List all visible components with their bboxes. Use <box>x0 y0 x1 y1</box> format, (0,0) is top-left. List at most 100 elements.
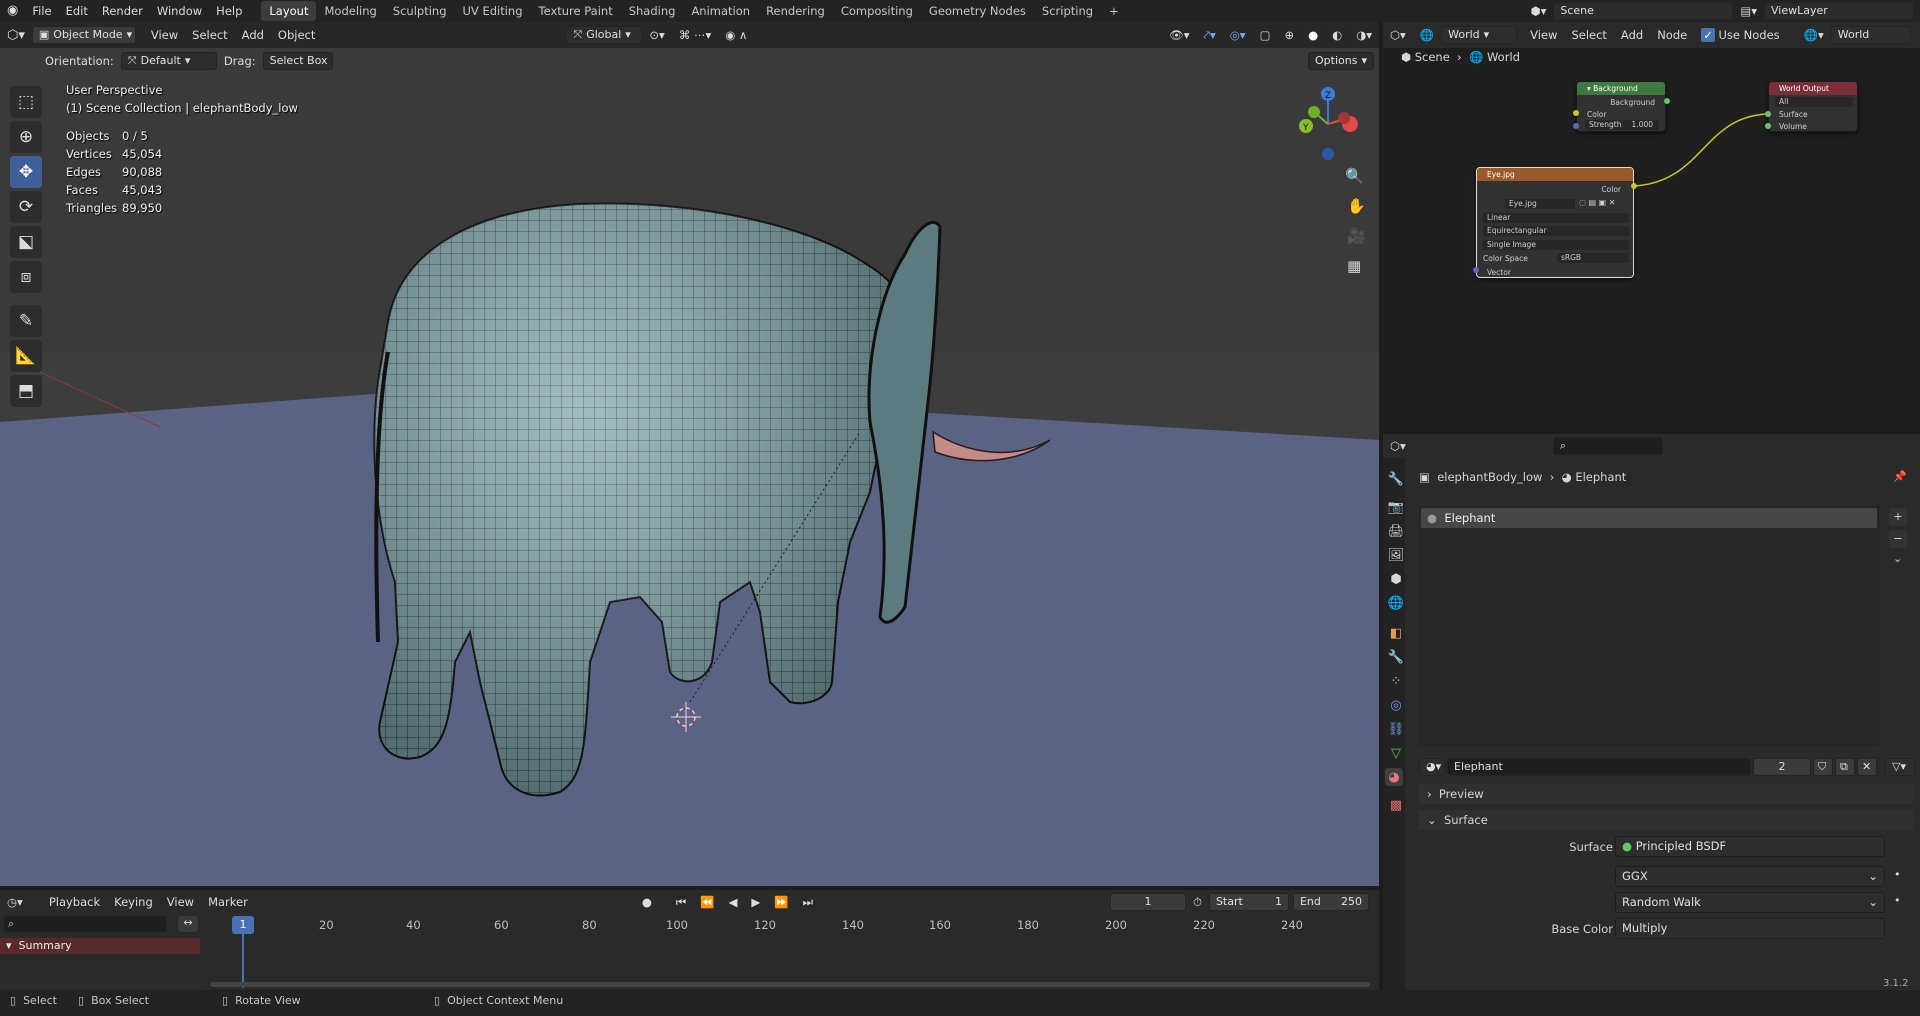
tool-cursor[interactable]: ⊕ <box>10 121 42 153</box>
constraints-tab-icon[interactable]: ⛓ <box>1387 720 1405 738</box>
texture-tab-icon[interactable]: ▩ <box>1387 796 1405 814</box>
tab-uv-editing[interactable]: UV Editing <box>455 1 531 21</box>
base-color-input[interactable]: Multiply <box>1615 918 1885 939</box>
image-browse-icons[interactable]: ◌ ▤ ▣ ✕ <box>1579 198 1615 207</box>
current-frame-field[interactable]: 1 <box>1109 893 1186 911</box>
background-node[interactable]: ▾ Background Background Color Strength 1.… <box>1576 81 1666 132</box>
camera-view-icon[interactable]: 🎥 <box>1347 227 1366 245</box>
mode-selector[interactable]: ▣ Object Mode ▾ <box>31 26 136 44</box>
orientation-dropdown[interactable]: ⤧ Default ▾ <box>120 52 217 70</box>
transform-orientation-dropdown[interactable]: ⤧ Global ▾ <box>566 26 643 44</box>
viewport-menu-object[interactable]: Object <box>271 28 322 42</box>
tool-select-box[interactable]: ⬚ <box>10 86 42 118</box>
timeline-scrollbar[interactable] <box>210 982 1370 987</box>
jump-prev-keyframe-icon[interactable]: ⏪ <box>693 895 721 909</box>
shading-rendered-icon[interactable]: ◑▾ <box>1349 28 1379 42</box>
material-slot-row[interactable]: ● Elephant <box>1421 508 1877 528</box>
viewport-menu-select[interactable]: Select <box>185 28 234 42</box>
view-layer-tab-icon[interactable]: 🖼 <box>1387 546 1405 564</box>
drag-dropdown[interactable]: Select Box <box>262 52 333 70</box>
tool-measure[interactable]: 📐 <box>10 340 42 372</box>
timeline-search[interactable]: ⌕ <box>4 916 166 932</box>
snap-icon[interactable]: ⌘ ⋯▾ <box>672 28 718 42</box>
shading-solid-icon[interactable]: ● <box>1301 28 1325 42</box>
tab-texture-paint[interactable]: Texture Paint <box>531 1 621 21</box>
timeline-menu-view[interactable]: View <box>160 895 201 909</box>
tool-move[interactable]: ✥ <box>10 156 42 188</box>
fake-user-button[interactable]: ⛉ <box>1813 758 1833 776</box>
image-vector-socket[interactable] <box>1473 267 1479 273</box>
tab-sculpting[interactable]: Sculpting <box>385 1 455 21</box>
menu-render[interactable]: Render <box>95 0 150 22</box>
modifier-tab-icon[interactable]: 🔧 <box>1387 648 1405 666</box>
unlink-material-button[interactable]: ✕ <box>1857 758 1877 776</box>
image-texture-node[interactable]: Eye.jpg Color Eye.jpg ◌ ▤ ▣ ✕ Linear Equ… <box>1476 167 1634 278</box>
gizmo-toggle-icon[interactable]: ⤤▾ <box>1197 28 1223 43</box>
strength-field[interactable]: Strength 1.000 <box>1585 120 1659 130</box>
color-space-dropdown[interactable]: sRGB <box>1557 253 1629 263</box>
menu-file[interactable]: File <box>25 0 58 22</box>
subsurface-method-dropdown[interactable]: Random Walk ⌄ <box>1615 892 1885 913</box>
menu-window[interactable]: Window <box>150 0 209 22</box>
shading-material-icon[interactable]: ◐ <box>1325 28 1349 42</box>
image-color-output-socket[interactable] <box>1631 183 1637 189</box>
pivot-icon[interactable]: ⊙▾ <box>642 28 671 42</box>
start-frame-field[interactable]: Start 1 <box>1208 893 1289 911</box>
summary-row[interactable]: ▾ Summary <box>0 938 200 954</box>
tab-compositing[interactable]: Compositing <box>833 1 921 21</box>
options-dropdown[interactable]: Options ▾ <box>1308 52 1374 70</box>
physics-tab-icon[interactable]: ◎ <box>1387 696 1405 714</box>
projection-dropdown[interactable]: Equirectangular <box>1483 226 1629 236</box>
output-target-dropdown[interactable]: All <box>1775 97 1853 107</box>
jump-end-icon[interactable]: ⏭ <box>796 895 820 910</box>
pan-hand-icon[interactable]: ✋ <box>1347 197 1366 215</box>
tab-modeling[interactable]: Modeling <box>316 1 384 21</box>
tab-shading[interactable]: Shading <box>621 1 684 21</box>
jump-next-keyframe-icon[interactable]: ⏩ <box>767 895 795 909</box>
add-slot-button[interactable]: + <box>1889 508 1907 526</box>
play-icon[interactable]: ▶ <box>744 895 767 909</box>
distribution-keyframe-dot[interactable]: • <box>1894 868 1901 881</box>
editor-type-icon[interactable]: ⬡▾ <box>0 28 32 43</box>
tab-layout[interactable]: Layout <box>261 1 317 21</box>
material-tab-icon[interactable]: ◕ <box>1385 768 1403 786</box>
tab-geometry-nodes[interactable]: Geometry Nodes <box>921 1 1034 21</box>
tool-tab-icon[interactable]: 🔧 <box>1387 470 1405 488</box>
preview-panel[interactable]: › Preview <box>1419 784 1913 804</box>
shading-wireframe-icon[interactable]: ⊕ <box>1277 28 1301 42</box>
xray-icon[interactable]: ▢ <box>1253 28 1278 42</box>
end-frame-field[interactable]: End 250 <box>1292 893 1369 911</box>
view-layer-selector[interactable]: ViewLayer <box>1764 2 1914 20</box>
viewport-menu-view[interactable]: View <box>144 28 185 42</box>
timeline-swap-icon[interactable]: ↔ <box>178 916 198 932</box>
background-color-socket[interactable] <box>1573 110 1579 116</box>
scene-tab-icon[interactable]: ⬢ <box>1387 570 1405 588</box>
timeline-menu-keying[interactable]: Keying <box>107 895 160 909</box>
timeline-editor-type-icon[interactable]: ◷▾ <box>0 895 30 909</box>
playhead-frame-badge[interactable]: 1 <box>232 916 254 934</box>
remove-slot-button[interactable]: − <box>1889 530 1907 548</box>
data-tab-icon[interactable]: ▽ <box>1387 744 1405 762</box>
tool-transform[interactable]: ⧈ <box>10 261 42 293</box>
tool-scale[interactable]: ⬕ <box>10 226 42 258</box>
source-dropdown[interactable]: Single Image <box>1483 240 1629 250</box>
render-tab-icon[interactable]: 📷 <box>1387 498 1405 516</box>
particles-tab-icon[interactable]: ⁘ <box>1387 672 1405 690</box>
pin-icon[interactable]: 📌 <box>1893 470 1907 483</box>
object-tab-icon[interactable]: ◧ <box>1387 624 1405 642</box>
surface-shader-dropdown[interactable]: ● Principled BSDF <box>1615 836 1885 857</box>
menu-edit[interactable]: Edit <box>59 0 95 22</box>
tool-add-cube[interactable]: ⬒ <box>10 375 42 407</box>
zoom-icon[interactable]: 🔍 <box>1345 167 1364 185</box>
world-tab-icon[interactable]: 🌐 <box>1387 594 1405 612</box>
perspective-grid-icon[interactable]: ▦ <box>1347 257 1361 275</box>
properties-editor-type-icon[interactable]: ⬡▾ <box>1383 439 1413 453</box>
tool-rotate[interactable]: ⟳ <box>10 191 42 223</box>
shader-node-editor[interactable]: ⬡▾ 🌐 World ▾ View Select Add Node ✓ Use … <box>1383 22 1920 432</box>
tab-rendering[interactable]: Rendering <box>758 1 833 21</box>
jump-start-icon[interactable]: ⏮ <box>669 895 693 910</box>
image-file-field[interactable]: Eye.jpg <box>1505 199 1575 209</box>
timeline-menu-playback[interactable]: Playback <box>42 895 107 909</box>
3d-viewport[interactable]: ⬡▾ ▣ Object Mode ▾ View Select Add Objec… <box>0 22 1379 886</box>
proportional-edit-icon[interactable]: ◉ ∧ <box>718 28 754 42</box>
